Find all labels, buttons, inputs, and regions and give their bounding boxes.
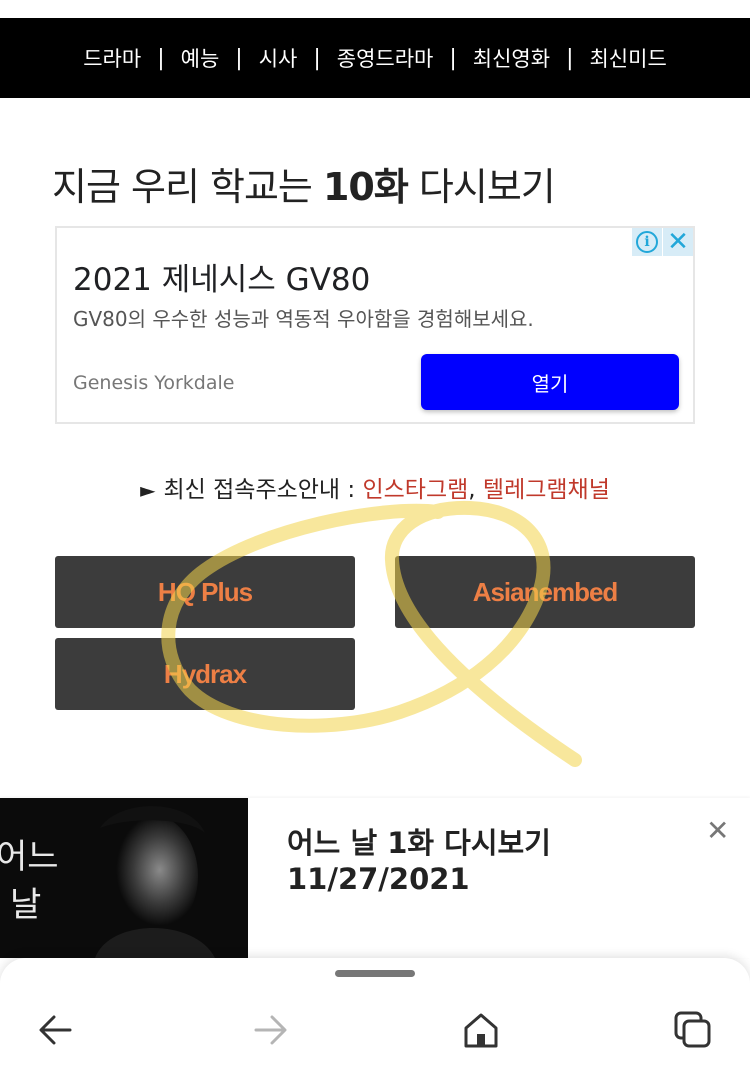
telegram-link[interactable]: 텔레그램채널 [483,477,610,503]
triangle-arrow-icon: ► [140,478,156,502]
video-thumbnail[interactable]: 어느 날 [0,798,248,958]
title-episode: 10화 [322,165,409,209]
forward-arrow-icon[interactable] [250,1010,290,1050]
notice-comma: , [468,477,483,503]
thumbnail-title-line-1: 어느 [0,837,59,877]
ad-headline[interactable]: 2021 제네시스 GV80 [73,254,370,299]
tabs-icon[interactable] [673,1010,713,1050]
home-icon[interactable] [461,1010,501,1050]
ad-info-button[interactable]: i [632,228,662,256]
ad-badges: i ✕ [632,227,693,257]
drag-handle[interactable] [335,970,415,977]
title-show: 지금 우리 학교는 [52,165,313,209]
nav-item-current-affairs[interactable]: 시사 [243,43,314,73]
recommended-title[interactable]: 어느 날 1화 다시보기 [287,820,551,862]
instagram-link[interactable]: 인스타그램 [362,477,468,503]
ad-description: GV80의 우수한 성능과 역동적 우아함을 경험해보세요. [73,307,534,331]
nav-item-variety[interactable]: 예능 [165,43,236,73]
ad-close-button[interactable]: ✕ [663,227,693,257]
nav-separator: | [566,45,574,71]
close-icon: ✕ [667,227,689,257]
nav-item-drama[interactable]: 드라마 [67,43,157,73]
ad-open-button[interactable]: 열기 [421,354,679,410]
nav-separator: | [449,45,457,71]
server-button-hydrax[interactable]: Hydrax [55,638,355,710]
recommended-video-bar[interactable]: 어느 날 어느 날 1화 다시보기 11/27/2021 ✕ [0,798,750,958]
nav-separator: | [313,45,321,71]
address-notice: ► 최신 접속주소안내 : 인스타그램, 텔레그램채널 [0,470,750,504]
recommended-date: 11/27/2021 [287,862,470,896]
server-button-asianembed[interactable]: Asianembed [395,556,695,628]
page-title: 지금 우리 학교는 10화 다시보기 [52,156,556,211]
browser-toolbar [0,958,750,1078]
nav-separator: | [235,45,243,71]
notice-label: 최신 접속주소안내 : [163,477,363,503]
info-icon: i [636,231,658,253]
nav-item-latest-movies[interactable]: 최신영화 [457,43,566,73]
back-arrow-icon[interactable] [36,1010,76,1050]
thumbnail-art: 어느 날 [0,798,248,958]
ad-advertiser: Genesis Yorkdale [73,372,235,394]
nav-item-ended-drama[interactable]: 종영드라마 [321,43,450,73]
nav-item-latest-us-drama[interactable]: 최신미드 [573,43,682,73]
ad-banner[interactable]: i ✕ 2021 제네시스 GV80 GV80의 우수한 성능과 역동적 우아함… [55,226,695,424]
nav-separator: | [157,45,165,71]
recommend-close-icon[interactable]: ✕ [706,814,729,847]
thumbnail-title-line-2: 날 [10,885,41,925]
top-nav-bar: 드라마 | 예능 | 시사 | 종영드라마 | 최신영화 | 최신미드 [0,18,750,98]
server-button-hq-plus[interactable]: HQ Plus [55,556,355,628]
title-suffix: 다시보기 [418,165,556,209]
